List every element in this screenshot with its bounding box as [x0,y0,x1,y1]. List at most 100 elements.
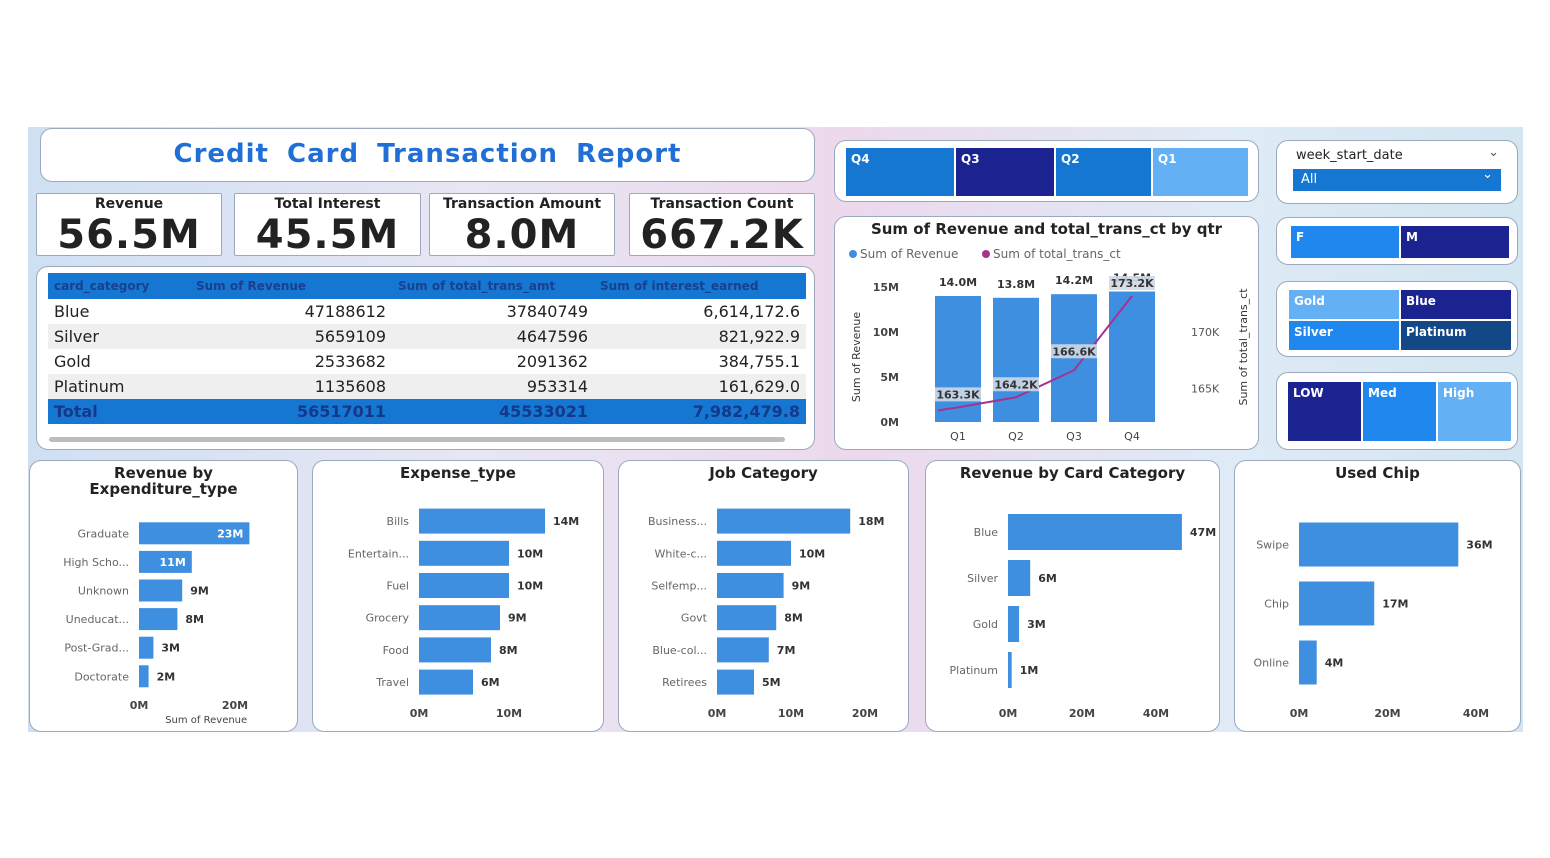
kpi-label: Transaction Count [650,196,794,212]
slicer-tile-low[interactable]: LOW [1288,382,1361,441]
category-label: Unknown [78,585,129,598]
slicer-tile-q3[interactable]: Q3 [956,148,1054,196]
category-label: Blue-col... [652,644,707,657]
cell: 821,922.9 [594,324,806,349]
chevron-down-icon: ⌄ [1482,167,1493,182]
x-tick-label: 10M [778,707,804,720]
bar [1299,581,1375,626]
x-tick-label: 40M [1143,707,1169,720]
legend-marker-trans-ct [982,250,990,258]
category-label: Entertain... [348,547,409,560]
bar [139,665,149,688]
x-tick-label: Q3 [1066,430,1082,443]
chevron-down-icon[interactable]: ⌄ [1488,145,1499,160]
revenue-trans-ct-by-qtr-chart: Sum of Revenue and total_trans_ct by qtr… [834,216,1259,450]
data-label: 6M [1038,572,1057,585]
table-row[interactable]: Blue 47188612 37840749 6,614,172.6 [48,299,806,324]
slicer-tile-high[interactable]: High [1438,382,1511,441]
data-label: 8M [784,612,803,625]
column-header[interactable]: Sum of interest_earned [594,273,806,299]
data-label: 163.3K [936,388,980,401]
horizontal-scrollbar[interactable] [49,437,785,442]
y2-tick-label: 170K [1191,326,1220,339]
category-label: Gold [973,618,998,631]
category-label: Bills [387,515,410,528]
slicer-tile-q4[interactable]: Q4 [846,148,954,196]
table-row[interactable]: Gold 2533682 2091362 384,755.1 [48,349,806,374]
data-label: 3M [161,642,180,655]
data-label: 13.8M [997,278,1035,291]
column-header[interactable]: Sum of Revenue [190,273,392,299]
bar [1008,652,1012,688]
bar-chart-svg: Blue 47M Silver 6M Gold 3M Platinum 1M 0M 20M 40M [950,514,1216,720]
kpi-transaction-amount: Transaction Amount 8.0M [429,193,615,258]
cell: 953314 [392,374,594,399]
cell: 2533682 [314,352,386,371]
report-title-card: Credit Card Transaction Report [40,128,815,182]
data-label: 173.2K [1110,277,1154,290]
y-tick-label: 5M [880,371,899,384]
bar [717,508,851,534]
kpi-value: 667.2K [640,212,804,258]
week-dropdown[interactable]: All ⌄ [1293,167,1501,191]
cell: 47188612 [304,302,386,321]
bar-chart-svg: Graduate 23M High Scho... 11M Unknown 9M Unedu… [63,522,250,726]
x-tick-label: 0M [708,707,727,720]
data-label: 5M [762,676,781,689]
bar-chart-svg: Business... 18M White-c... 10M Selfemp... 9M G… [648,508,884,720]
cell: 161,629.0 [594,374,806,399]
kpi-revenue: Revenue 56.5M [36,193,222,258]
slicer-tile-platinum[interactable]: Platinum [1401,321,1511,350]
cell: 56517011 [190,399,392,424]
job-category-chart: Job Category Business... 18M White-c... 10M… [618,460,909,732]
category-label: Platinum [950,664,998,677]
table-row[interactable]: Silver 5659109 4647596 821,922.9 [48,324,806,349]
data-label: 9M [792,580,811,593]
data-label: 17M [1382,598,1408,611]
cell: Gold [54,352,91,371]
category-label: Retirees [662,676,707,689]
cell: 7,982,479.8 [594,399,806,424]
column-header[interactable]: Sum of total_trans_amt [392,273,594,299]
y-tick-label: 0M [880,416,899,429]
x-tick-label: 20M [1374,707,1400,720]
bar [1299,640,1317,685]
table-row[interactable]: Platinum 1135608 953314 161,629.0 [48,374,806,399]
cell: 384,755.1 [718,352,800,371]
bar [139,636,154,659]
gender-slicer: F M [1276,217,1518,265]
data-label: 47M [1190,526,1216,539]
slicer-tile-blue[interactable]: Blue [1401,290,1511,319]
y-tick-label: 15M [873,281,899,294]
x-tick-label: 0M [999,707,1018,720]
slicer-tile-gold[interactable]: Gold [1289,290,1399,319]
column-header[interactable]: card_category [48,273,190,299]
slicer-tile-silver[interactable]: Silver [1289,321,1399,350]
slicer-tile-m[interactable]: M [1401,226,1509,258]
bar [717,669,754,695]
slicer-tile-q1[interactable]: Q1 [1153,148,1248,196]
data-label: 3M [1027,618,1046,631]
cell: 5659109 [190,324,392,349]
cell: Blue [54,302,90,321]
used-chip-chart: Used Chip Swipe 36M Chip 17M Online 4M 0M 20M 40… [1234,460,1521,732]
slicer-tile-q2[interactable]: Q2 [1056,148,1151,196]
bar [419,605,500,631]
kpi-label: Total Interest [274,196,381,212]
slicer-tile-f[interactable]: F [1291,226,1399,258]
week-start-date-slicer: week_start_date ⌄ All ⌄ [1276,140,1518,204]
bar [993,297,1039,422]
category-label: Fuel [386,580,409,593]
cell: Total [48,399,190,424]
matrix-table: card_category Sum of Revenue Sum of tota… [48,273,806,424]
cell: Platinum [48,374,190,399]
dropdown-value: All [1301,172,1318,187]
slicer-tile-med[interactable]: Med [1363,382,1436,441]
data-label: 6M [481,676,500,689]
category-label: Uneducat... [66,613,129,626]
kpi-total-interest: Total Interest 45.5M [234,193,421,258]
data-label: 23M [217,527,243,540]
bar [419,508,545,534]
category-label: Selfemp... [651,580,707,593]
category-label: Food [383,644,409,657]
